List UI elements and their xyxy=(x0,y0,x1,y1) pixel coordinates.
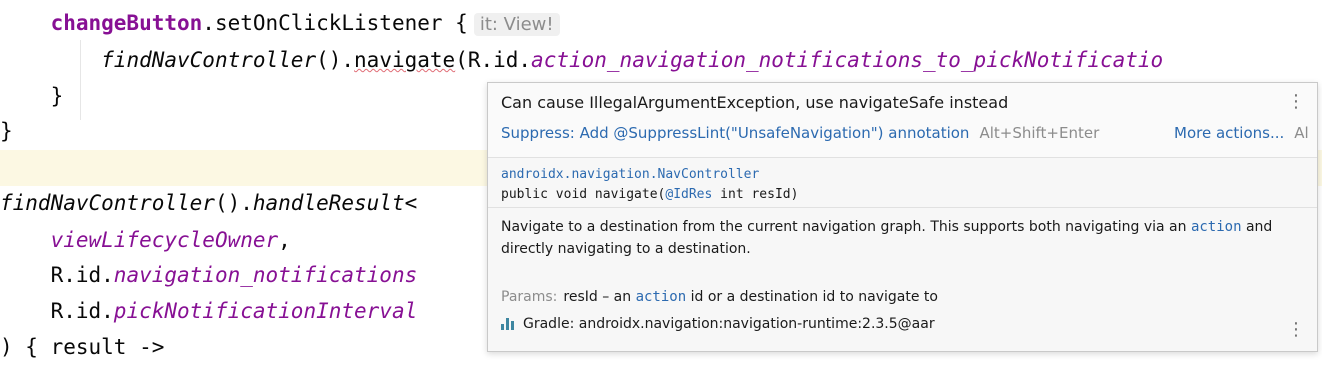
find-nav-controller-call: findNavController xyxy=(0,191,215,215)
param-text: id or a destination id to navigate to xyxy=(686,289,938,305)
find-nav-controller-call: findNavController xyxy=(101,48,317,72)
code-punct: (). xyxy=(316,48,355,72)
closing-brace: } xyxy=(0,119,13,143)
doc-text: Navigate to a destination from the curre… xyxy=(501,219,1191,235)
more-actions-link[interactable]: More actions... xyxy=(1174,124,1284,142)
code-punct: (R.id. xyxy=(455,48,532,72)
idres-annotation[interactable]: @IdRes xyxy=(665,187,712,202)
package-link[interactable]: androidx.navigation.NavController xyxy=(501,165,798,185)
code-punct: , xyxy=(278,228,291,252)
inspection-panel: Can cause IllegalArgumentException, use … xyxy=(488,83,1317,158)
code-line-2[interactable]: findNavController().navigate(R.id.action… xyxy=(0,42,1322,78)
signature-pre: public void navigate( xyxy=(501,187,666,202)
params-section: Params: resId – an action id or a destina… xyxy=(501,289,938,305)
more-options-icon[interactable]: ⋮ xyxy=(1287,91,1305,112)
navigate-call-warning[interactable]: navigate xyxy=(354,48,455,72)
more-actions: More actions... Al xyxy=(1174,124,1309,142)
set-on-click-listener: .setOnClickListener { xyxy=(202,11,468,35)
more-actions-shortcut: Al xyxy=(1294,124,1309,142)
method-signature: androidx.navigation.NavController public… xyxy=(501,165,798,205)
library-bars-icon xyxy=(501,318,517,330)
doc-description: Navigate to a destination from the curre… xyxy=(501,216,1301,260)
inlay-type-hint: it: View! xyxy=(473,13,560,36)
view-lifecycle-owner: viewLifecycleOwner xyxy=(50,228,279,252)
gradle-library: Gradle: androidx.navigation:navigation-r… xyxy=(501,316,935,332)
param-action-link[interactable]: action xyxy=(636,289,687,305)
lambda-header: ) { result -> xyxy=(0,335,165,359)
code-punct: (). xyxy=(214,191,253,215)
signature-post: int resId) xyxy=(712,187,799,202)
divider xyxy=(488,207,1317,208)
code-line-1[interactable]: changeButton.setOnClickListener {it: Vie… xyxy=(0,5,1322,41)
quick-doc-popup[interactable]: Can cause IllegalArgumentException, use … xyxy=(487,82,1318,352)
navigation-notifications-id: navigation_notifications xyxy=(113,263,418,287)
handle-result-call: handleResult xyxy=(252,191,405,215)
param-name: resId xyxy=(563,289,598,305)
suppress-shortcut: Alt+Shift+Enter xyxy=(979,124,1100,142)
pick-notification-interval-id: pickNotificationInterval xyxy=(113,299,418,323)
gradle-artifact: Gradle: androidx.navigation:navigation-r… xyxy=(523,316,935,332)
suppress-link[interactable]: Suppress: Add @SuppressLint("UnsafeNavig… xyxy=(501,124,969,142)
params-label: Params: xyxy=(501,289,558,305)
code-punct: R.id. xyxy=(50,299,114,323)
inspection-message: Can cause IllegalArgumentException, use … xyxy=(501,93,1009,112)
code-punct: R.id. xyxy=(50,263,114,287)
param-text: – an xyxy=(597,289,636,305)
suppress-action: Suppress: Add @SuppressLint("UnsafeNavig… xyxy=(501,124,1099,142)
change-button-ref: changeButton xyxy=(50,11,203,35)
action-id: action_navigation_notifications_to_pickN… xyxy=(531,48,1164,72)
code-punct: < xyxy=(404,191,418,215)
closing-brace: } xyxy=(50,84,64,108)
doc-options-icon[interactable]: ⋮ xyxy=(1287,319,1305,340)
signature-decl: public void navigate(@IdRes int resId) xyxy=(501,185,798,205)
doc-action-link[interactable]: action xyxy=(1191,219,1242,235)
